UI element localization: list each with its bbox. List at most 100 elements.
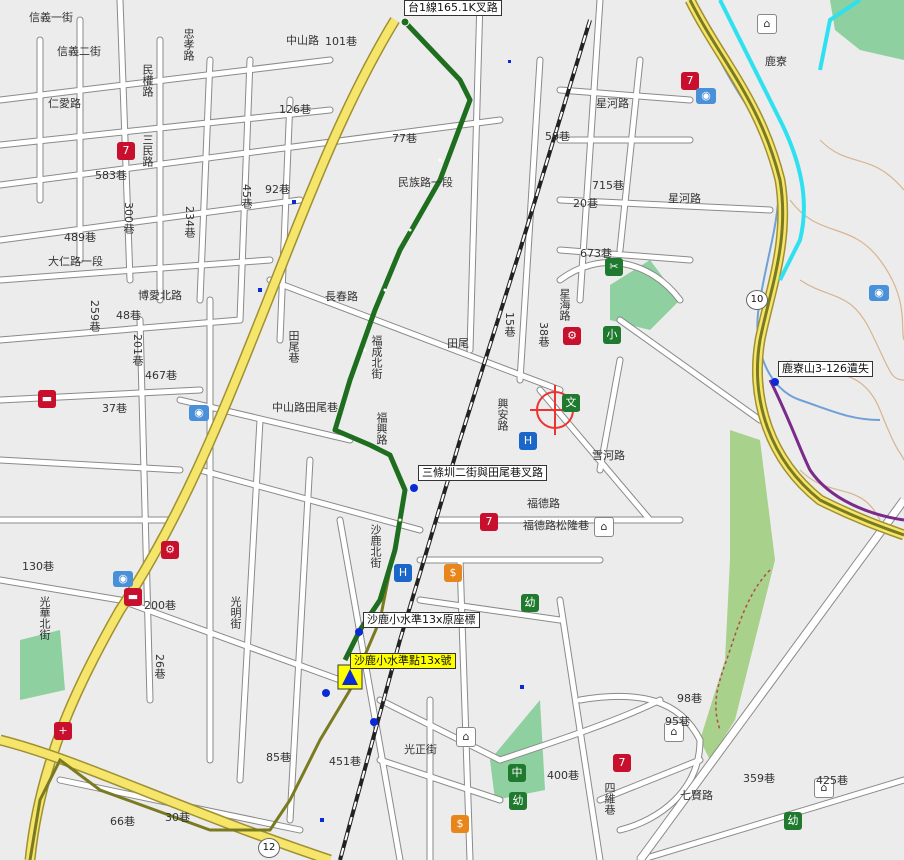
street-label: 福興路 [375,412,388,445]
map-canvas[interactable] [0,0,904,860]
street-label: 福德路松隆巷 [523,519,589,532]
street-label: 66巷 [110,815,135,828]
convenience-store-icon[interactable]: 7 [613,754,631,772]
street-label: 259巷 [88,300,101,332]
street-label: 鹿寮 [765,55,787,68]
camera-icon[interactable]: ◉ [189,405,209,421]
callout-benchmark-original[interactable]: 沙鹿小水準13x原座標 [363,612,480,628]
camera-icon[interactable]: ◉ [113,571,133,587]
callout-junction[interactable]: 三條圳二街與田尾巷叉路 [418,465,547,481]
temple-icon[interactable]: ⌂ [757,14,777,34]
hospital-icon[interactable]: H [394,564,412,582]
street-label: 七賢路 [680,789,713,802]
street-label: 30巷 [165,811,190,824]
street-label: 田尾巷 [287,330,300,363]
waypoint-marker [771,378,779,386]
street-label: 光華北街 [38,596,51,640]
kindergarten-icon[interactable]: 幼 [521,594,539,612]
waypoint-marker [410,484,418,492]
street-label: 201巷 [131,334,144,366]
waypoint-marker [400,17,410,27]
street-label: 博愛北路 [138,289,182,302]
street-label: 沙鹿北街 [369,524,382,568]
street-label: 48巷 [116,309,141,322]
street-label: 四維巷 [603,782,616,815]
street-label: 200巷 [144,599,176,612]
route-shield-10: 10 [746,290,768,310]
park-area [20,630,65,700]
street-label: 信義一街 [29,11,73,24]
street-label: 101巷 [325,35,357,48]
car-repair-icon[interactable]: ⚙ [563,327,581,345]
street-label: 長春路 [325,290,358,303]
route-shield-12: 12 [258,838,280,858]
street-label: 星海路 [558,288,571,321]
street-label: 38巷 [537,322,550,347]
camera-icon[interactable]: ◉ [696,88,716,104]
street-label: 興安路 [496,398,509,431]
street-label: 583巷 [95,169,127,182]
street-label: 98巷 [677,692,702,705]
street-label: 星河路 [596,97,629,110]
convenience-store-icon[interactable]: 7 [681,72,699,90]
street-label: 民族路一段 [398,176,453,189]
convenience-store-icon[interactable]: 7 [480,513,498,531]
street-label: 92巷 [265,183,290,196]
waypoint-marker [370,718,378,726]
street-label: 467巷 [145,369,177,382]
tools-icon[interactable]: ✂ [605,258,623,276]
street-label: 星河路 [668,192,701,205]
waypoint-marker [355,628,363,636]
hospital-cross-icon[interactable]: + [54,722,72,740]
callout-benchmark-point[interactable]: 沙鹿小水準點13x號 [350,653,456,669]
street-label: 民權路 [141,64,154,97]
hospital-icon[interactable]: H [519,432,537,450]
street-label: 中山路田尾巷 [272,401,338,414]
street-label: 仁愛路 [48,97,81,110]
shop-icon[interactable]: $ [451,815,469,833]
convenience-store-icon[interactable]: 7 [117,142,135,160]
street-label: 中山路 [286,34,319,47]
waypoint-marker [322,689,330,697]
street-label: 光明街 [229,596,242,629]
car-repair-icon[interactable]: ⚙ [161,541,179,559]
street-label: 20巷 [573,197,598,210]
street-label: 三民路 [141,134,154,167]
temple-icon[interactable]: ⌂ [594,517,614,537]
shop-icon[interactable]: $ [444,564,462,582]
street-label: 福成北街 [370,335,383,379]
street-label: 130巷 [22,560,54,573]
street-label: 26巷 [153,654,166,679]
street-label: 451巷 [329,755,361,768]
high-school-icon[interactable]: 中 [508,764,526,782]
street-label: 59巷 [545,130,570,143]
callout-route-start[interactable]: 台1線165.1K叉路 [404,0,502,16]
street-label: 400巷 [547,769,579,782]
street-label: 田尾 [447,337,469,350]
street-label: 忠孝路 [182,28,195,61]
street-label: 光正街 [404,743,437,756]
callout-lost-marker[interactable]: 鹿寮山3-126遺失 [778,361,873,377]
school-icon[interactable]: 小 [603,326,621,344]
street-label: 大仁路一段 [48,255,103,268]
street-label: 77巷 [392,132,417,145]
street-label: 福德路 [527,497,560,510]
street-label: 信義二街 [57,45,101,58]
kindergarten-icon[interactable]: 幼 [509,792,527,810]
car-icon[interactable]: ▬ [38,390,56,408]
street-label: 715巷 [592,179,624,192]
street-label: 234巷 [183,206,196,238]
street-label: 37巷 [102,402,127,415]
kindergarten-icon[interactable]: 文 [562,394,580,412]
street-label: 673巷 [580,247,612,260]
kindergarten-icon[interactable]: 幼 [784,812,802,830]
street-label: 95巷 [665,715,690,728]
street-label: 雪河路 [592,449,625,462]
temple-icon[interactable]: ⌂ [456,727,476,747]
camera-icon[interactable]: ◉ [869,285,889,301]
street-label: 489巷 [64,231,96,244]
car-icon[interactable]: ▬ [124,588,142,606]
street-label: 300巷 [122,202,135,234]
street-label: 45巷 [240,184,253,209]
street-label: 126巷 [279,103,311,116]
